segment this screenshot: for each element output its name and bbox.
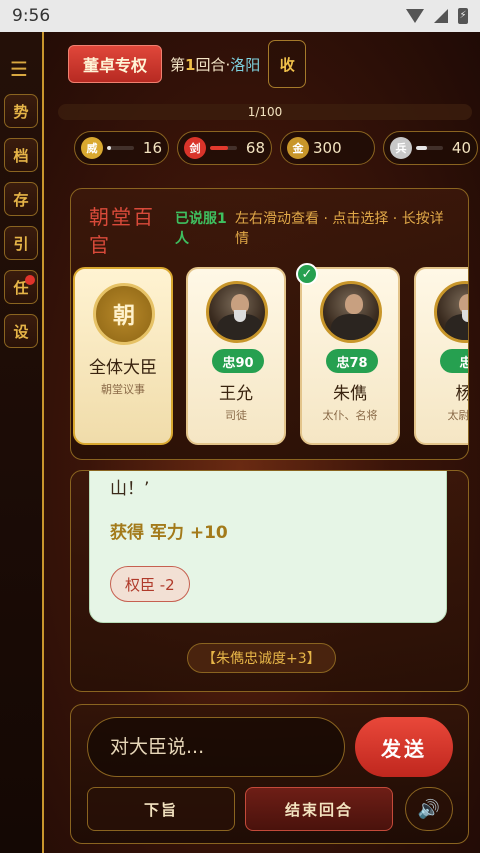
minister-portrait bbox=[434, 281, 468, 343]
card-title: 太仆、名将 bbox=[322, 409, 378, 422]
court-title: 朝堂百官 bbox=[89, 205, 155, 257]
stat-military: 剑 68 bbox=[177, 131, 272, 165]
sidebar-button-task[interactable]: 任 bbox=[4, 270, 38, 304]
gain-text: 获得 军力 +10 bbox=[110, 523, 228, 543]
sidebar-button-label: 引 bbox=[13, 234, 29, 253]
stat-value: 16 bbox=[142, 139, 162, 157]
menu-icon[interactable]: ☰ bbox=[10, 59, 28, 79]
sidebar-button-archive[interactable]: 档 bbox=[4, 138, 38, 172]
sidebar-button-guide[interactable]: 引 bbox=[4, 226, 38, 260]
sidebar-button-settings[interactable]: 设 bbox=[4, 314, 38, 348]
city-name: 洛阳 bbox=[230, 55, 261, 74]
card-name: 朱儁 bbox=[333, 384, 367, 404]
gold-icon: 金 bbox=[287, 137, 309, 159]
collapse-button[interactable]: 收 bbox=[268, 40, 307, 88]
turn-number: 1 bbox=[185, 55, 196, 74]
loyalty-badge: 忠90 bbox=[212, 349, 264, 373]
turn-suffix: 回合· bbox=[195, 55, 231, 74]
reply-bubble: 山！’ 获得 军力 +10 权臣 -2 bbox=[89, 471, 447, 623]
stat-value: 68 bbox=[245, 139, 265, 157]
stat-value: 300 bbox=[313, 139, 342, 157]
card-name: 全体大臣 bbox=[89, 358, 157, 378]
notification-dot bbox=[25, 275, 35, 285]
court-hint: 左右滑动查看 · 点击选择 · 长按详情 bbox=[235, 211, 444, 247]
end-turn-button[interactable]: 结束回合 bbox=[245, 787, 393, 831]
minister-portrait bbox=[320, 281, 382, 343]
signal-icon bbox=[434, 9, 448, 23]
minister-chat-input[interactable] bbox=[87, 717, 345, 777]
loyalty-badge: 忠78 bbox=[326, 349, 378, 373]
turn-indicator: 第1回合·洛阳 bbox=[170, 54, 260, 75]
card-name: 杨 bbox=[416, 379, 469, 404]
card-name: 王允 bbox=[219, 384, 253, 404]
header: 董卓专权 第1回合·洛阳 收 bbox=[68, 40, 307, 88]
minister-card-yang[interactable]: 忠 杨 太尉、 bbox=[414, 267, 469, 445]
court-panel: 朝堂百官 已说服1人 左右滑动查看 · 点击选择 · 长按详情 朝 全体大臣 朝… bbox=[70, 188, 469, 460]
stat-value: 40 bbox=[451, 139, 471, 157]
court-seal-icon: 朝 bbox=[93, 283, 155, 345]
card-title: 司徒 bbox=[225, 409, 247, 422]
stat-fill bbox=[416, 146, 427, 150]
sidebar: ☰ 势 档 存 引 任 设 bbox=[0, 32, 44, 853]
card-title: 朝堂议事 bbox=[101, 383, 145, 396]
persuaded-count: 已说服1人 bbox=[175, 211, 227, 247]
sidebar-button-power[interactable]: 势 bbox=[4, 94, 38, 128]
battery-icon: ⚡ bbox=[458, 8, 468, 24]
sidebar-button-label: 势 bbox=[13, 102, 29, 121]
card-title: 太尉、 bbox=[447, 409, 469, 422]
turn-prefix: 第 bbox=[170, 55, 186, 74]
troops-icon: 兵 bbox=[390, 137, 412, 159]
minister-card-all[interactable]: 朝 全体大臣 朝堂议事 bbox=[73, 267, 173, 445]
sidebar-button-label: 存 bbox=[13, 190, 29, 209]
stat-bar bbox=[416, 146, 443, 150]
prestige-icon: 威 bbox=[81, 137, 103, 159]
progress-text: 1/100 bbox=[247, 105, 283, 119]
stat-troops: 兵 40 bbox=[383, 131, 478, 165]
event-badge: 【朱儁忠诚度+3】 bbox=[187, 643, 336, 673]
status-bar: 9:56 ⚡ bbox=[0, 0, 480, 32]
check-icon: ✓ bbox=[296, 263, 318, 285]
stat-gold: 金 300 bbox=[280, 131, 375, 165]
stat-fill bbox=[210, 146, 229, 150]
sidebar-button-label: 档 bbox=[13, 146, 29, 165]
message-panel: 山！’ 获得 军力 +10 权臣 -2 【朱儁忠诚度+3】 bbox=[70, 470, 469, 692]
minister-portrait bbox=[206, 281, 268, 343]
stat-bar bbox=[210, 146, 237, 150]
stat-fill bbox=[107, 146, 112, 150]
sidebar-button-label: 设 bbox=[13, 322, 29, 341]
stat-prestige: 威 16 bbox=[74, 131, 169, 165]
status-time: 9:56 bbox=[12, 6, 51, 26]
input-panel: 发送 下旨 结束回合 🔊 bbox=[70, 704, 469, 844]
minister-card-wangyun[interactable]: 忠90 王允 司徒 bbox=[186, 267, 286, 445]
reply-text: 山！’ bbox=[110, 479, 150, 499]
sidebar-button-save[interactable]: 存 bbox=[4, 182, 38, 216]
minister-card-zhujun[interactable]: 忠78 朱儁 太仆、名将 ✓ bbox=[296, 263, 400, 445]
stat-bar bbox=[107, 146, 134, 150]
speaker-icon[interactable]: 🔊 bbox=[405, 787, 453, 831]
turn-progress-bar: 1/100 bbox=[58, 104, 472, 120]
wifi-icon bbox=[406, 9, 424, 23]
stats-row: 威 16 剑 68 金 300 兵 40 bbox=[74, 131, 478, 165]
issue-decree-button[interactable]: 下旨 bbox=[87, 787, 235, 831]
faction-button[interactable]: 董卓专权 bbox=[68, 45, 163, 83]
effect-tag: 权臣 -2 bbox=[110, 566, 190, 602]
sword-icon: 剑 bbox=[184, 137, 206, 159]
loyalty-badge: 忠 bbox=[440, 349, 468, 373]
send-button[interactable]: 发送 bbox=[355, 717, 453, 777]
